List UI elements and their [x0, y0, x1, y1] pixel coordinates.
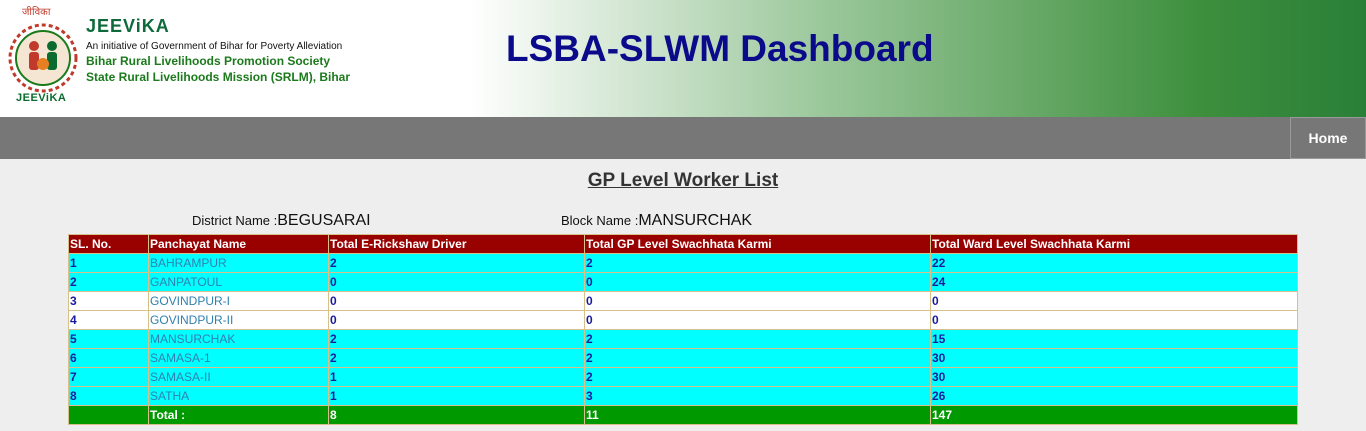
cell-total-gp: 11 [584, 405, 931, 425]
cell-erickshaw: 1 [328, 367, 585, 387]
jeevika-logo: जीविका JEEViKA [8, 4, 78, 108]
cell-erickshaw: 1 [328, 386, 585, 406]
cell-ward: 0 [930, 310, 1298, 330]
cell-total-label: Total : [148, 405, 329, 425]
org-info: JEEViKA An initiative of Government of B… [86, 16, 350, 84]
table-row: 1 BAHRAMPUR 2 2 22 [68, 253, 1298, 273]
panchayat-link[interactable]: MANSURCHAK [148, 329, 329, 349]
cell-sl: 8 [68, 386, 149, 406]
cell-ward: 24 [930, 272, 1298, 292]
cell-sl: 2 [68, 272, 149, 292]
logo-text: JEEViKA [16, 92, 67, 104]
cell-sl: 6 [68, 348, 149, 368]
page-title: GP Level Worker List [587, 170, 779, 191]
table-header-row: SL. No. Panchayat Name Total E-Rickshaw … [68, 234, 1298, 254]
cell-gp: 0 [584, 310, 931, 330]
org-society: Bihar Rural Livelihoods Promotion Societ… [86, 54, 331, 68]
cell-sl: 3 [68, 291, 149, 311]
cell-sl: 4 [68, 310, 149, 330]
cell-total-erickshaw: 8 [328, 405, 585, 425]
block-info: Block Name :MANSURCHAK [561, 212, 752, 230]
cell-gp: 2 [584, 253, 931, 273]
cell-sl: 7 [68, 367, 149, 387]
cell-erickshaw: 0 [328, 310, 585, 330]
col-sl-no: SL. No. [68, 234, 149, 254]
table-row: 2 GANPATOUL 0 0 24 [68, 272, 1298, 292]
cell-ward: 30 [930, 367, 1298, 387]
col-erickshaw-driver: Total E-Rickshaw Driver [328, 234, 585, 254]
cell-sl: 5 [68, 329, 149, 349]
cell-ward: 0 [930, 291, 1298, 311]
panchayat-link[interactable]: SATHA [148, 386, 329, 406]
panchayat-link[interactable]: GOVINDPUR-I [148, 291, 329, 311]
cell-gp: 0 [584, 291, 931, 311]
cell-erickshaw: 2 [328, 253, 585, 273]
cell-total-ward: 147 [930, 405, 1298, 425]
panchayat-link[interactable]: GANPATOUL [148, 272, 329, 292]
cell-erickshaw: 2 [328, 329, 585, 349]
block-value: MANSURCHAK [638, 212, 753, 229]
cell-gp: 2 [584, 367, 931, 387]
worker-list-table: SL. No. Panchayat Name Total E-Rickshaw … [68, 234, 1298, 425]
col-ward-swachhata: Total Ward Level Swachhata Karmi [930, 234, 1298, 254]
table-row: 5 MANSURCHAK 2 2 15 [68, 329, 1298, 349]
district-info: District Name :BEGUSARAI [192, 212, 371, 230]
table-row: 8 SATHA 1 3 26 [68, 386, 1298, 406]
col-gp-swachhata: Total GP Level Swachhata Karmi [584, 234, 931, 254]
cell-gp: 2 [584, 329, 931, 349]
cell-gp: 0 [584, 272, 931, 292]
table-row: 3 GOVINDPUR-I 0 0 0 [68, 291, 1298, 311]
org-name: JEEViKA [86, 16, 170, 36]
cell-ward: 26 [930, 386, 1298, 406]
panchayat-link[interactable]: GOVINDPUR-II [148, 310, 329, 330]
cell-total-empty [68, 405, 149, 425]
table-total-row: Total : 8 11 147 [68, 405, 1298, 425]
cell-erickshaw: 2 [328, 348, 585, 368]
cell-erickshaw: 0 [328, 272, 585, 292]
cell-ward: 15 [930, 329, 1298, 349]
cell-ward: 30 [930, 348, 1298, 368]
table-row: 6 SAMASA-1 2 2 30 [68, 348, 1298, 368]
logo-hindi-text: जीविका [22, 7, 51, 18]
block-label: Block Name : [561, 213, 639, 228]
cell-sl: 1 [68, 253, 149, 273]
cell-gp: 2 [584, 348, 931, 368]
cell-erickshaw: 0 [328, 291, 585, 311]
col-panchayat-name: Panchayat Name [148, 234, 329, 254]
panchayat-link[interactable]: SAMASA-1 [148, 348, 329, 368]
table-row: 4 GOVINDPUR-II 0 0 0 [68, 310, 1298, 330]
dashboard-title: LSBA-SLWM Dashboard [506, 28, 934, 69]
home-link[interactable]: Home [1290, 117, 1366, 159]
district-label: District Name : [192, 213, 278, 228]
nav-bar: Home [0, 117, 1366, 159]
panchayat-link[interactable]: BAHRAMPUR [148, 253, 329, 273]
cell-gp: 3 [584, 386, 931, 406]
district-value: BEGUSARAI [277, 212, 371, 229]
org-tagline: An initiative of Government of Bihar for… [86, 41, 343, 52]
panchayat-link[interactable]: SAMASA-II [148, 367, 329, 387]
cell-ward: 22 [930, 253, 1298, 273]
table-row: 7 SAMASA-II 1 2 30 [68, 367, 1298, 387]
org-mission: State Rural Livelihoods Mission (SRLM), … [86, 70, 351, 84]
site-header: जीविका JEEViKA JEEViKA An initiative of … [0, 0, 1366, 117]
